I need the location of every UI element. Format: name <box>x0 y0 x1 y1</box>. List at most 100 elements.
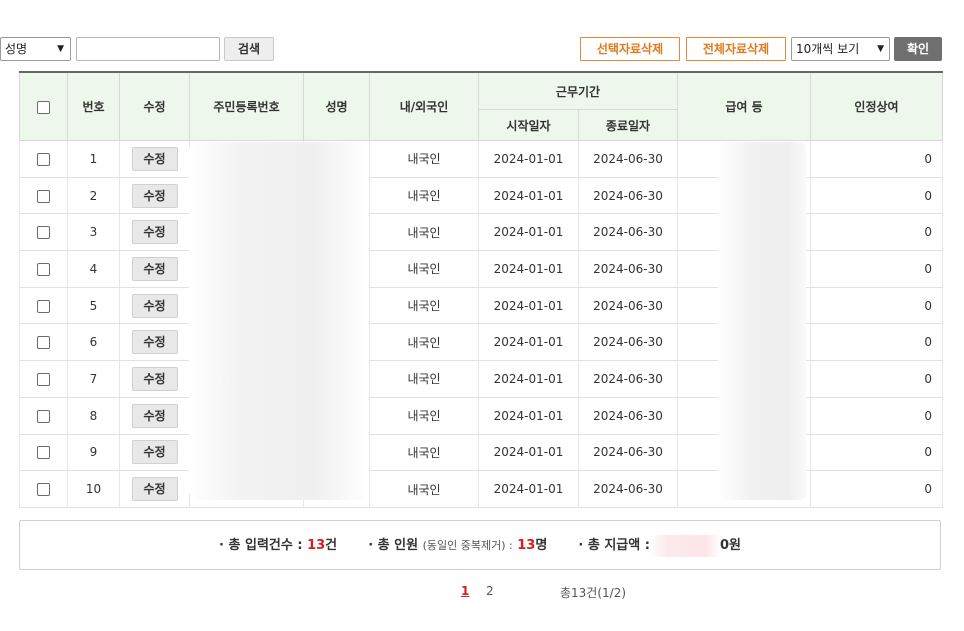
header-ssn: 주민등록번호 <box>189 71 304 141</box>
edit-button[interactable]: 수정 <box>131 440 178 465</box>
page-link-current[interactable]: 1 <box>461 584 469 598</box>
row-checkbox-cell <box>19 360 68 398</box>
search-field-select-value: 성명 <box>5 42 28 56</box>
header-bonus: 인정상여 <box>810 71 944 141</box>
row-bonus: 0 <box>810 323 944 362</box>
row-edit-cell: 수정 <box>119 397 190 435</box>
row-checkbox[interactable] <box>37 299 50 313</box>
edit-button[interactable]: 수정 <box>131 256 178 281</box>
search-button[interactable]: 검색 <box>224 37 274 61</box>
row-checkbox[interactable] <box>37 446 50 460</box>
row-checkbox[interactable] <box>37 483 50 497</box>
row-no: 8 <box>67 397 120 435</box>
row-start-date: 2024-01-01 <box>478 360 579 398</box>
row-checkbox-cell <box>19 177 68 215</box>
row-start-date: 2024-01-01 <box>478 140 579 178</box>
row-checkbox-cell <box>19 287 68 325</box>
edit-button[interactable]: 수정 <box>131 146 178 171</box>
row-end-date: 2024-06-30 <box>577 250 679 288</box>
row-nationality: 내국인 <box>369 287 479 325</box>
row-start-date: 2024-01-01 <box>478 213 579 252</box>
row-end-date: 2024-06-30 <box>577 470 679 508</box>
row-no: 2 <box>67 177 120 215</box>
toolbar: 성명 ▼ 검색 선택자료삭제 전체자료삭제 10개씩 보기 ▼ 확인 <box>0 37 964 63</box>
row-bonus: 0 <box>810 470 944 508</box>
row-bonus: 0 <box>810 287 944 325</box>
row-nationality: 내국인 <box>369 470 479 508</box>
row-no: 5 <box>67 287 120 325</box>
row-nationality: 내국인 <box>369 177 479 215</box>
chevron-down-icon: ▼ <box>57 44 64 54</box>
row-end-date: 2024-06-30 <box>577 360 679 398</box>
row-nationality: 내국인 <box>369 397 479 435</box>
redacted-total-pay <box>649 534 720 557</box>
row-nationality: 내국인 <box>369 360 479 398</box>
search-field-select[interactable]: 성명 ▼ <box>0 37 71 61</box>
row-checkbox-cell <box>19 397 68 435</box>
delete-all-button[interactable]: 전체자료삭제 <box>686 37 786 61</box>
row-checkbox[interactable] <box>37 152 50 166</box>
row-end-date: 2024-06-30 <box>577 140 679 178</box>
row-edit-cell: 수정 <box>119 250 190 288</box>
people-unit: 명 <box>535 538 548 553</box>
row-start-date: 2024-01-01 <box>478 323 579 362</box>
search-input[interactable] <box>76 37 220 61</box>
delete-selected-button[interactable]: 선택자료삭제 <box>580 37 680 61</box>
row-bonus: 0 <box>810 177 944 215</box>
edit-button[interactable]: 수정 <box>131 403 178 428</box>
row-bonus: 0 <box>810 360 944 398</box>
row-edit-cell: 수정 <box>119 470 190 508</box>
page-size-value: 10개씩 보기 <box>796 42 860 56</box>
edit-button[interactable]: 수정 <box>131 183 178 208</box>
header-nationality: 내/외국인 <box>369 71 479 141</box>
row-start-date: 2024-01-01 <box>478 287 579 325</box>
row-nationality: 내국인 <box>369 323 479 362</box>
confirm-button[interactable]: 확인 <box>894 37 942 61</box>
chevron-down-icon: ▼ <box>877 44 884 54</box>
page-size-select[interactable]: 10개씩 보기 ▼ <box>791 37 890 61</box>
row-checkbox[interactable] <box>37 226 50 240</box>
page-link-next[interactable]: 2 <box>486 584 494 598</box>
select-all-checkbox[interactable] <box>37 100 50 114</box>
row-checkbox-cell <box>19 434 68 472</box>
row-bonus: 0 <box>810 250 944 288</box>
row-nationality: 내국인 <box>369 250 479 288</box>
people-value: 13 <box>517 538 536 553</box>
edit-button[interactable]: 수정 <box>131 366 178 391</box>
row-no: 3 <box>67 213 120 252</box>
edit-button[interactable]: 수정 <box>131 477 178 502</box>
edit-button[interactable]: 수정 <box>131 293 178 318</box>
header-no: 번호 <box>67 71 120 141</box>
total-pay-value: 0원 <box>719 538 741 553</box>
edit-button[interactable]: 수정 <box>131 220 178 245</box>
people-note: (동일인 중복제거) : <box>422 539 513 552</box>
people-label: · 총 인원 <box>368 538 419 553</box>
row-checkbox[interactable] <box>37 262 50 276</box>
row-start-date: 2024-01-01 <box>478 177 579 215</box>
pagination: 1 2 총13건(1/2) <box>0 584 964 604</box>
row-edit-cell: 수정 <box>119 140 190 178</box>
row-checkbox[interactable] <box>37 409 50 423</box>
row-checkbox-cell <box>19 470 68 508</box>
row-no: 10 <box>67 470 120 508</box>
row-checkbox[interactable] <box>37 372 50 386</box>
row-end-date: 2024-06-30 <box>577 177 679 215</box>
row-no: 9 <box>67 434 120 472</box>
header-edit: 수정 <box>119 71 190 141</box>
row-edit-cell: 수정 <box>119 287 190 325</box>
row-checkbox-cell <box>19 213 68 252</box>
row-edit-cell: 수정 <box>119 434 190 472</box>
row-checkbox-cell <box>19 323 68 362</box>
row-checkbox[interactable] <box>37 336 50 350</box>
row-checkbox[interactable] <box>37 189 50 203</box>
row-no: 1 <box>67 140 120 178</box>
row-no: 6 <box>67 323 120 362</box>
row-bonus: 0 <box>810 213 944 252</box>
row-start-date: 2024-01-01 <box>478 470 579 508</box>
redacted-ssn-name-area <box>189 142 369 500</box>
row-nationality: 내국인 <box>369 434 479 472</box>
row-edit-cell: 수정 <box>119 177 190 215</box>
select-all-header <box>19 71 68 141</box>
row-no: 4 <box>67 250 120 288</box>
edit-button[interactable]: 수정 <box>131 330 178 355</box>
